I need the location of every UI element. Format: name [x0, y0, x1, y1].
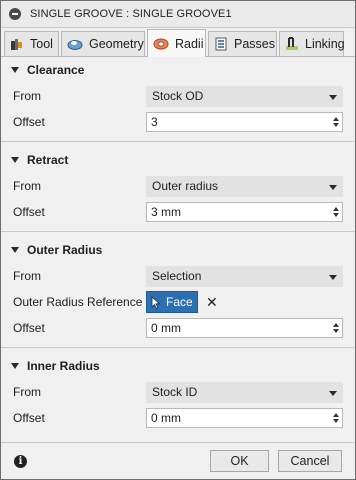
retract-title: Retract [27, 153, 69, 167]
retract-offset-stepper[interactable] [330, 203, 342, 221]
radii-panel: Clearance From Stock OD Offset Retract [1, 57, 355, 431]
passes-icon [215, 37, 227, 51]
spin-up-icon[interactable] [333, 207, 339, 211]
spin-down-icon[interactable] [333, 419, 339, 423]
clearance-offset-label: Offset [13, 115, 45, 129]
spin-up-icon[interactable] [333, 323, 339, 327]
inner-radius-from-value: Stock ID [152, 385, 198, 399]
collapse-triangle-icon [11, 247, 19, 253]
dialog-footer: i OK Cancel [1, 442, 355, 479]
clear-selection-icon[interactable]: ✕ [206, 295, 218, 309]
clearance-from-label: From [13, 89, 41, 103]
tab-radii[interactable]: Radii [147, 29, 206, 57]
collapse-icon[interactable] [9, 8, 21, 20]
inner-radius-offset-row: Offset [1, 405, 355, 431]
clearance-offset-spinner [146, 112, 343, 132]
spin-down-icon[interactable] [333, 329, 339, 333]
clearance-offset-row: Offset [1, 109, 355, 135]
linking-icon [286, 37, 298, 50]
clearance-from-value: Stock OD [152, 89, 204, 103]
outer-radius-offset-spinner [146, 318, 343, 338]
clearance-offset-input[interactable] [147, 113, 327, 131]
outer-radius-section-header[interactable]: Outer Radius [1, 237, 355, 263]
dropdown-caret-icon [329, 94, 337, 100]
tab-tool[interactable]: Tool [4, 31, 59, 56]
retract-offset-label: Offset [13, 205, 45, 219]
section-divider [1, 347, 355, 348]
outer-radius-from-row: From Selection [1, 263, 355, 289]
inner-radius-offset-stepper[interactable] [330, 409, 342, 427]
tab-linking[interactable]: Linking [279, 31, 345, 56]
outer-radius-offset-row: Offset [1, 315, 355, 341]
tab-passes-label: Passes [234, 37, 275, 51]
retract-from-row: From Outer radius [1, 173, 355, 199]
spin-up-icon[interactable] [333, 413, 339, 417]
clearance-title: Clearance [27, 63, 85, 77]
spin-down-icon[interactable] [333, 123, 339, 127]
tab-radii-label: Radii [175, 36, 204, 51]
inner-radius-section-header[interactable]: Inner Radius [1, 353, 355, 379]
clearance-from-dropdown[interactable]: Stock OD [146, 85, 343, 107]
tab-bar: Tool Geometry Radii Passes Linking [1, 28, 355, 57]
spin-down-icon[interactable] [333, 213, 339, 217]
tab-passes[interactable]: Passes [208, 31, 277, 56]
retract-from-value: Outer radius [152, 179, 219, 193]
tab-tool-label: Tool [30, 37, 53, 51]
info-icon[interactable]: i [14, 455, 27, 468]
inner-radius-from-label: From [13, 385, 41, 399]
outer-radius-title: Outer Radius [27, 243, 103, 257]
outer-radius-offset-input[interactable] [147, 319, 327, 337]
inner-radius-offset-spinner [146, 408, 343, 428]
collapse-triangle-icon [11, 67, 19, 73]
tab-geometry-label: Geometry [89, 37, 144, 51]
retract-from-label: From [13, 179, 41, 193]
outer-radius-from-dropdown[interactable]: Selection [146, 265, 343, 287]
tool-icon [11, 39, 22, 50]
outer-radius-reference-label: Outer Radius Reference [13, 295, 143, 309]
inner-radius-from-row: From Stock ID [1, 379, 355, 405]
tab-geometry[interactable]: Geometry [61, 31, 145, 56]
window-title: SINGLE GROOVE : SINGLE GROOVE1 [30, 8, 232, 20]
retract-offset-input[interactable] [147, 203, 327, 221]
ok-button[interactable]: OK [210, 450, 269, 472]
outer-radius-reference-row: Outer Radius Reference Face ✕ [1, 289, 355, 315]
inner-radius-offset-input[interactable] [147, 409, 327, 427]
outer-radius-from-value: Selection [152, 269, 202, 283]
face-selection-label: Face [166, 295, 193, 309]
dropdown-caret-icon [329, 274, 337, 280]
face-selection-button[interactable]: Face [146, 291, 198, 313]
inner-radius-offset-label: Offset [13, 411, 45, 425]
geometry-icon [67, 40, 83, 50]
collapse-triangle-icon [11, 157, 19, 163]
retract-offset-row: Offset [1, 199, 355, 225]
radii-icon [153, 38, 169, 49]
outer-radius-offset-stepper[interactable] [330, 319, 342, 337]
tab-linking-label: Linking [305, 37, 345, 51]
spin-up-icon[interactable] [333, 117, 339, 121]
title-bar[interactable]: SINGLE GROOVE : SINGLE GROOVE1 [1, 1, 355, 28]
inner-radius-from-dropdown[interactable]: Stock ID [146, 381, 343, 403]
outer-radius-offset-label: Offset [13, 321, 45, 335]
dropdown-caret-icon [329, 390, 337, 396]
dropdown-caret-icon [329, 184, 337, 190]
retract-section-header[interactable]: Retract [1, 147, 355, 173]
cancel-button[interactable]: Cancel [278, 450, 342, 472]
retract-offset-spinner [146, 202, 343, 222]
inner-radius-title: Inner Radius [27, 359, 100, 373]
clearance-from-row: From Stock OD [1, 83, 355, 109]
cursor-arrow-icon [151, 295, 161, 309]
outer-radius-from-label: From [13, 269, 41, 283]
clearance-offset-stepper[interactable] [330, 113, 342, 131]
clearance-section-header[interactable]: Clearance [1, 57, 355, 83]
section-divider [1, 231, 355, 232]
collapse-triangle-icon [11, 363, 19, 369]
section-divider [1, 141, 355, 142]
retract-from-dropdown[interactable]: Outer radius [146, 175, 343, 197]
operation-dialog: SINGLE GROOVE : SINGLE GROOVE1 Tool Geom… [0, 0, 356, 480]
